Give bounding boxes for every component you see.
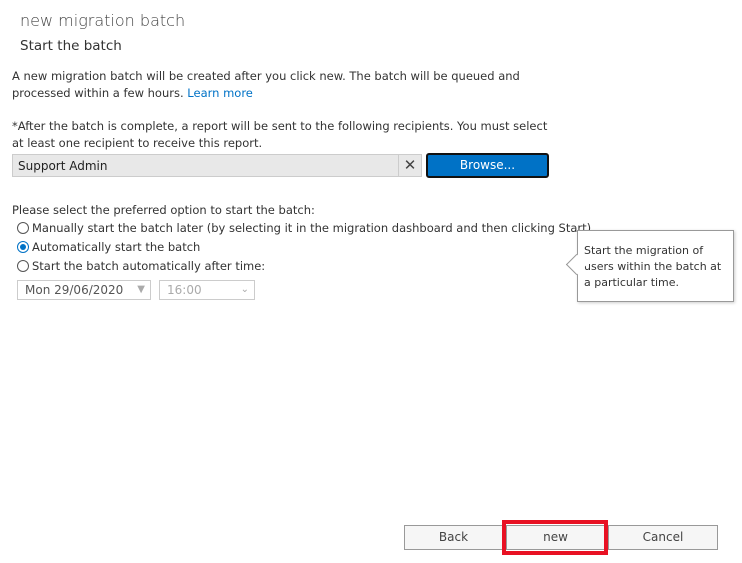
- page-subtitle: Start the batch: [20, 38, 122, 54]
- recipients-text: *After the batch is complete, a report w…: [12, 119, 548, 150]
- radio-after-time[interactable]: Start the batch automatically after time…: [17, 259, 265, 273]
- radio-manual[interactable]: Manually start the batch later (by selec…: [17, 221, 591, 235]
- close-icon[interactable]: ✕: [398, 155, 421, 176]
- recipients-field[interactable]: Support Admin ✕: [12, 154, 422, 177]
- date-picker[interactable]: Mon 29/06/2020 ▼: [17, 280, 151, 300]
- cancel-button[interactable]: Cancel: [608, 525, 718, 550]
- radio-label: Automatically start the batch: [32, 240, 201, 254]
- new-button[interactable]: new: [506, 525, 605, 550]
- back-button[interactable]: Back: [404, 525, 503, 550]
- chevron-down-icon: ⌄: [240, 284, 249, 295]
- intro-body: A new migration batch will be created af…: [12, 69, 520, 100]
- intro-text: A new migration batch will be created af…: [12, 68, 552, 102]
- time-value: 16:00: [167, 283, 202, 297]
- time-picker[interactable]: 16:00 ⌄: [159, 280, 255, 300]
- recipient-value: Support Admin: [18, 159, 108, 173]
- radio-label: Start the batch automatically after time…: [32, 259, 266, 273]
- radio-button[interactable]: [17, 241, 29, 253]
- browse-button[interactable]: Browse...: [426, 153, 549, 178]
- chevron-down-icon: ▼: [137, 284, 145, 295]
- tooltip: Start the migration of users within the …: [577, 230, 734, 302]
- radio-button[interactable]: [17, 222, 29, 234]
- radio-automatic[interactable]: Automatically start the batch: [17, 240, 200, 254]
- page-title: new migration batch: [20, 11, 186, 30]
- date-value: Mon 29/06/2020: [25, 283, 124, 297]
- radio-button[interactable]: [17, 260, 29, 272]
- learn-more-link[interactable]: Learn more: [187, 86, 253, 100]
- start-prompt: Please select the preferred option to st…: [12, 203, 315, 217]
- radio-label: Manually start the batch later (by selec…: [32, 221, 592, 235]
